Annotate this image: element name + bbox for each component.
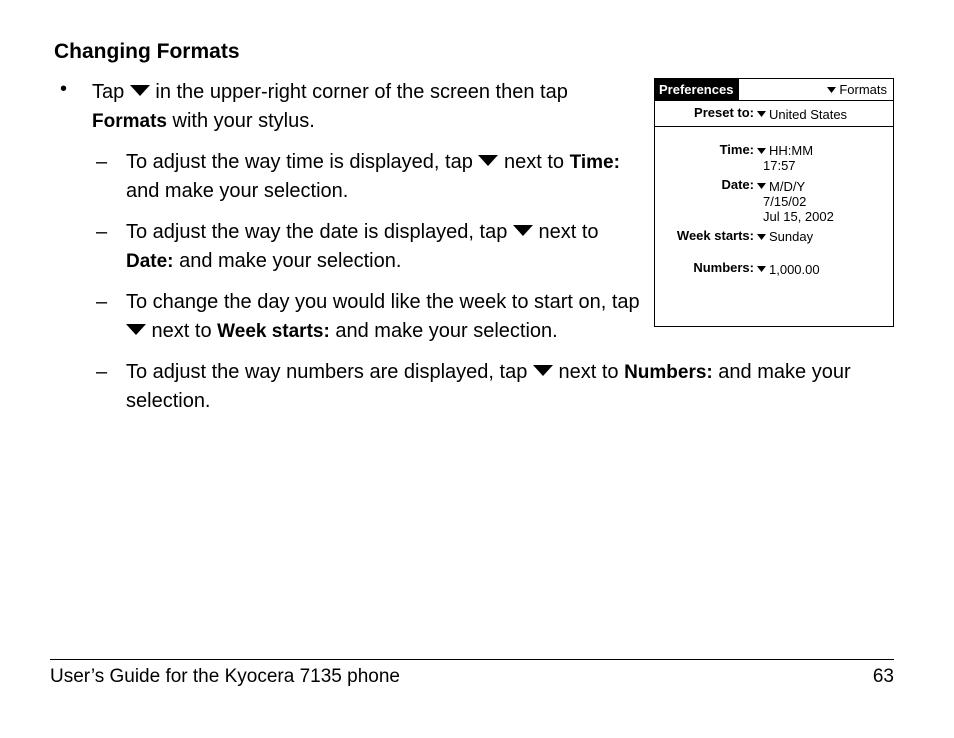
dropdown-icon	[757, 183, 766, 189]
week-dropdown: Sunday	[757, 229, 813, 244]
dash-marker: –	[92, 358, 126, 416]
dropdown-icon	[478, 155, 498, 166]
time-example: 17:57	[655, 158, 893, 173]
dropdown-icon	[757, 234, 766, 240]
sub-text-date: To adjust the way the date is displayed,…	[126, 218, 646, 276]
screenshot-menu-dropdown: Formats	[827, 82, 893, 97]
dash-marker: –	[92, 288, 126, 346]
dropdown-icon	[126, 324, 146, 335]
sub-text-numbers: To adjust the way numbers are displayed,…	[126, 358, 894, 416]
dropdown-icon	[533, 365, 553, 376]
section-heading: Changing Formats	[54, 40, 894, 64]
dropdown-icon	[757, 148, 766, 154]
time-dropdown: HH:MM	[757, 143, 813, 158]
page-footer: User’s Guide for the Kyocera 7135 phone …	[50, 659, 894, 688]
screenshot-title: Preferences	[655, 79, 739, 100]
page-number: 63	[873, 666, 894, 688]
preset-label: Preset to:	[661, 105, 757, 120]
dropdown-icon	[827, 87, 836, 93]
preset-dropdown: United States	[757, 107, 847, 122]
numbers-dropdown: 1,000.00	[757, 262, 820, 277]
dash-marker: –	[92, 148, 126, 206]
dropdown-icon	[757, 111, 766, 117]
time-label: Time:	[661, 142, 757, 157]
preset-value: United States	[769, 107, 847, 122]
sub-item-numbers: – To adjust the way numbers are displaye…	[92, 358, 894, 416]
footer-left: User’s Guide for the Kyocera 7135 phone	[50, 666, 400, 688]
dash-marker: –	[92, 218, 126, 276]
week-label: Week starts:	[661, 228, 757, 243]
date-dropdown: M/D/Y	[757, 179, 805, 194]
time-value: HH:MM	[769, 143, 813, 158]
numbers-label: Numbers:	[661, 260, 757, 275]
preferences-screenshot: Preferences Formats Preset to: United St…	[654, 78, 894, 327]
dropdown-icon	[757, 266, 766, 272]
date-example-2: Jul 15, 2002	[655, 209, 893, 224]
date-value: M/D/Y	[769, 179, 805, 194]
sub-text-time: To adjust the way time is displayed, tap…	[126, 148, 646, 206]
date-label: Date:	[661, 177, 757, 192]
week-value: Sunday	[769, 229, 813, 244]
sub-text-week: To change the day you would like the wee…	[126, 288, 646, 346]
numbers-value: 1,000.00	[769, 262, 820, 277]
bullet-text: Tap in the upper-right corner of the scr…	[92, 78, 612, 136]
screenshot-menu-label: Formats	[839, 82, 887, 97]
bullet-marker: •	[50, 78, 92, 428]
dropdown-icon	[130, 85, 150, 96]
date-example-1: 7/15/02	[655, 194, 893, 209]
dropdown-icon	[513, 225, 533, 236]
